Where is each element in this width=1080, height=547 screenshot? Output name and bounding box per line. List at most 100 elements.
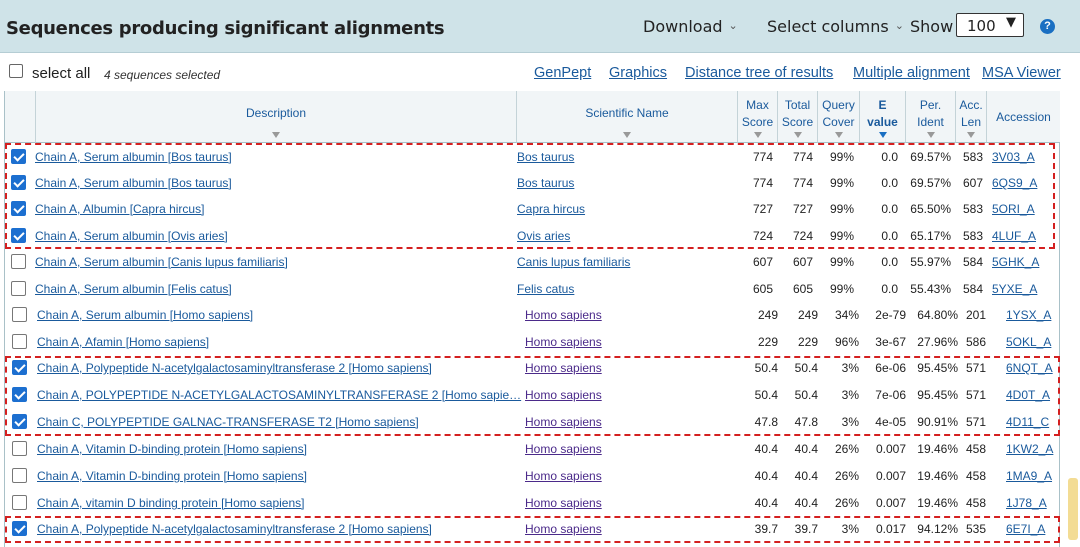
distance-tree-link[interactable]: Distance tree of results <box>685 65 833 81</box>
description-link[interactable]: Chain A, Serum albumin [Canis lupus fami… <box>35 255 515 269</box>
description-link[interactable]: Chain A, Vitamin D-binding protein [Homo… <box>37 469 523 483</box>
row-checkbox[interactable] <box>12 468 27 483</box>
accession-link[interactable]: 5GHK_A <box>992 255 1052 269</box>
accession-link[interactable]: 5ORI_A <box>992 202 1052 216</box>
accession-link[interactable]: 4LUF_A <box>992 229 1052 243</box>
total-score: 47.8 <box>794 415 818 429</box>
col-scientific-name-label: Scientific Name <box>585 106 669 120</box>
description-link[interactable]: Chain A, vitamin D binding protein [Homo… <box>37 496 523 510</box>
col-scientific-name[interactable]: Scientific Name <box>517 91 738 143</box>
table-row: Chain C, POLYPEPTIDE GALNAC-TRANSFERASE … <box>5 409 1060 435</box>
accession-link[interactable]: 4D0T_A <box>1006 388 1066 402</box>
accession-link[interactable]: 5YXE_A <box>992 282 1052 296</box>
row-checkbox[interactable] <box>11 228 26 243</box>
description-link[interactable]: Chain A, POLYPEPTIDE N-ACETYLGALACTOSAMI… <box>37 388 523 402</box>
download-label: Download <box>643 17 723 36</box>
row-checkbox[interactable] <box>12 441 27 456</box>
show-count-value: 100 <box>967 17 996 35</box>
row-checkbox[interactable] <box>12 307 27 322</box>
show-count-select[interactable]: 100 ▼ <box>956 13 1024 37</box>
col-total-score-label-1: Total <box>784 98 811 112</box>
description-link[interactable]: Chain A, Vitamin D-binding protein [Homo… <box>37 442 523 456</box>
query-cover: 3% <box>841 388 859 402</box>
accession-link[interactable]: 6E7I_A <box>1006 522 1066 536</box>
max-score: 229 <box>757 335 778 349</box>
description-link[interactable]: Chain A, Polypeptide N-acetylgalactosami… <box>37 522 523 536</box>
description-link[interactable]: Chain A, Albumin [Capra hircus] <box>35 202 515 216</box>
accession-link[interactable]: 6QS9_A <box>992 176 1052 190</box>
genpept-link[interactable]: GenPept <box>534 65 591 81</box>
select-columns-menu[interactable]: Select columns ⌄ <box>767 17 904 36</box>
acc-len: 458 <box>965 442 986 456</box>
col-max-score-label-1: Max <box>746 98 769 112</box>
table-row: Chain A, Serum albumin [Bos taurus] Bos t… <box>5 170 1060 196</box>
scientific-name-link[interactable]: Homo sapiens <box>525 361 725 375</box>
max-score: 40.4 <box>754 469 778 483</box>
col-max-score[interactable]: Max Score <box>738 91 778 143</box>
scientific-name-link[interactable]: Capra hircus <box>517 202 717 216</box>
accession-link[interactable]: 1KW2_A <box>1006 442 1066 456</box>
total-score: 607 <box>792 255 813 269</box>
scientific-name-link[interactable]: Homo sapiens <box>525 308 725 322</box>
scientific-name-link[interactable]: Canis lupus familiaris <box>517 255 717 269</box>
scrollbar-thumb[interactable] <box>1068 478 1078 540</box>
multiple-alignment-link[interactable]: Multiple alignment <box>853 65 970 81</box>
col-query-cover[interactable]: Query Cover <box>818 91 860 143</box>
scientific-name-link[interactable]: Ovis aries <box>517 229 717 243</box>
row-checkbox[interactable] <box>11 175 26 190</box>
description-link[interactable]: Chain A, Serum albumin [Felis catus] <box>35 282 515 296</box>
description-link[interactable]: Chain A, Serum albumin [Bos taurus] <box>35 150 515 164</box>
query-cover: 26% <box>834 442 859 456</box>
accession-link[interactable]: 1MA9_A <box>1006 469 1066 483</box>
accession-link[interactable]: 3V03_A <box>992 150 1052 164</box>
accession-link[interactable]: 6NQT_A <box>1006 361 1066 375</box>
accession-link[interactable]: 5OKL_A <box>1006 335 1066 349</box>
description-link[interactable]: Chain A, Polypeptide N-acetylgalactosami… <box>37 361 523 375</box>
row-checkbox[interactable] <box>12 387 27 402</box>
scientific-name-link[interactable]: Homo sapiens <box>525 388 725 402</box>
accession-link[interactable]: 1J78_A <box>1006 496 1066 510</box>
col-acc-len[interactable]: Acc. Len <box>956 91 987 143</box>
description-link[interactable]: Chain A, Serum albumin [Bos taurus] <box>35 176 515 190</box>
row-checkbox[interactable] <box>12 334 27 349</box>
graphics-link[interactable]: Graphics <box>609 65 667 81</box>
col-total-score[interactable]: Total Score <box>778 91 818 143</box>
scientific-name-link[interactable]: Homo sapiens <box>525 522 725 536</box>
row-checkbox[interactable] <box>12 414 27 429</box>
show-label: Show <box>910 17 954 36</box>
select-all-checkbox[interactable] <box>9 64 23 78</box>
scientific-name-link[interactable]: Homo sapiens <box>525 415 725 429</box>
row-checkbox[interactable] <box>11 201 26 216</box>
scientific-name-link[interactable]: Homo sapiens <box>525 496 725 510</box>
e-value: 7e-06 <box>875 388 906 402</box>
row-checkbox[interactable] <box>12 495 27 510</box>
scientific-name-link[interactable]: Homo sapiens <box>525 442 725 456</box>
scientific-name-link[interactable]: Felis catus <box>517 282 717 296</box>
table-row: Chain A, Polypeptide N-acetylgalactosami… <box>5 516 1060 542</box>
description-link[interactable]: Chain A, Serum albumin [Homo sapiens] <box>37 308 523 322</box>
col-accession[interactable]: Accession <box>987 91 1060 143</box>
scientific-name-link[interactable]: Bos taurus <box>517 176 717 190</box>
accession-link[interactable]: 4D11_C <box>1006 415 1066 429</box>
col-per-ident[interactable]: Per. Ident <box>906 91 956 143</box>
row-checkbox[interactable] <box>11 149 26 164</box>
row-checkbox[interactable] <box>12 360 27 375</box>
table-row: Chain A, Polypeptide N-acetylgalactosami… <box>5 355 1060 381</box>
col-e-value[interactable]: Evalue <box>860 91 906 143</box>
scientific-name-link[interactable]: Bos taurus <box>517 150 717 164</box>
help-icon[interactable]: ? <box>1040 19 1055 34</box>
scientific-name-link[interactable]: Homo sapiens <box>525 469 725 483</box>
accession-link[interactable]: 1YSX_A <box>1006 308 1066 322</box>
description-link[interactable]: Chain A, Serum albumin [Ovis aries] <box>35 229 515 243</box>
msa-viewer-link[interactable]: MSA Viewer <box>982 65 1061 81</box>
download-menu[interactable]: Download ⌄ <box>643 17 738 36</box>
description-link[interactable]: Chain A, Afamin [Homo sapiens] <box>37 335 523 349</box>
select-all-label[interactable]: select all <box>32 65 90 82</box>
description-link[interactable]: Chain C, POLYPEPTIDE GALNAC-TRANSFERASE … <box>37 415 523 429</box>
row-checkbox[interactable] <box>11 281 26 296</box>
row-checkbox[interactable] <box>11 254 26 269</box>
row-checkbox[interactable] <box>12 521 27 536</box>
col-description[interactable]: Description <box>36 91 517 143</box>
total-score: 39.7 <box>794 522 818 536</box>
scientific-name-link[interactable]: Homo sapiens <box>525 335 725 349</box>
